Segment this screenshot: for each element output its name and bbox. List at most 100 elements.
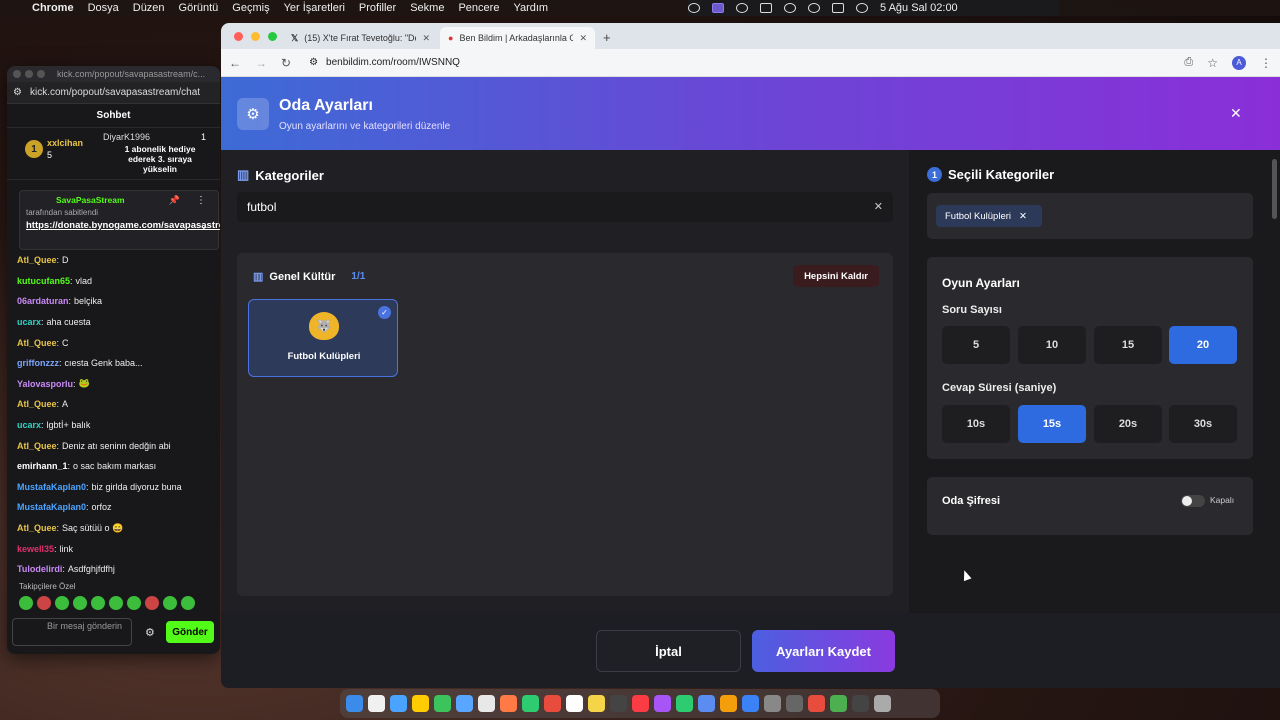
answer-time-20s[interactable]: 20s: [1094, 405, 1162, 443]
pin-icon[interactable]: 📌: [169, 195, 180, 206]
chat-username[interactable]: emirhann_1: [17, 461, 68, 471]
focus-icon[interactable]: [736, 3, 748, 13]
battery-icon[interactable]: [760, 3, 772, 13]
pinned-by-user[interactable]: SavaPasaStream: [56, 195, 212, 205]
chat-username[interactable]: Atl_Quee: [17, 255, 57, 265]
cancel-button[interactable]: İptal: [596, 630, 741, 672]
search-icon[interactable]: [808, 3, 820, 13]
close-tab-icon[interactable]: ✕: [422, 33, 430, 44]
close-window-button[interactable]: [234, 32, 243, 41]
chat-username[interactable]: ucarx: [17, 420, 41, 430]
reload-icon[interactable]: ↻: [281, 56, 291, 70]
siri-icon[interactable]: [856, 3, 868, 13]
dock-app-icon[interactable]: [368, 695, 385, 712]
emote[interactable]: [55, 596, 69, 610]
emote[interactable]: [145, 596, 159, 610]
menu-profiles[interactable]: Profiller: [359, 2, 396, 14]
chat-username[interactable]: kutucufan65: [17, 276, 70, 286]
chat-username[interactable]: 06ardaturan: [17, 296, 69, 306]
category-card-futbol-kulupleri[interactable]: 🐺 Futbol Kulüpleri ✓: [248, 299, 398, 377]
address-url[interactable]: benbildim.com/room/IWSNNQ: [326, 57, 460, 68]
dock-app-icon[interactable]: [874, 695, 891, 712]
dock-app-icon[interactable]: [566, 695, 583, 712]
emote[interactable]: [37, 596, 51, 610]
profile-avatar[interactable]: A: [1232, 55, 1246, 70]
menu-file[interactable]: Dosya: [88, 2, 119, 14]
close-window-button[interactable]: [13, 70, 21, 78]
menu-app-name[interactable]: Chrome: [32, 2, 74, 14]
answer-time-30s[interactable]: 30s: [1169, 405, 1237, 443]
close-modal-button[interactable]: ✕: [1230, 105, 1242, 122]
dock-app-icon[interactable]: [544, 695, 561, 712]
status-app-icon[interactable]: [688, 3, 700, 13]
dock-app-icon[interactable]: [632, 695, 649, 712]
chat-username[interactable]: Atl_Quee: [17, 441, 57, 451]
remove-all-button[interactable]: Hepsini Kaldır: [793, 265, 879, 287]
gifter-1-name[interactable]: xxlcihan: [47, 138, 83, 148]
wifi-icon[interactable]: [784, 3, 796, 13]
forward-icon[interactable]: →: [255, 56, 267, 70]
emote[interactable]: [163, 596, 177, 610]
more-options-icon[interactable]: ⋮: [1260, 56, 1272, 70]
chat-username[interactable]: ucarx: [17, 317, 41, 327]
send-button[interactable]: Gönder: [166, 621, 214, 643]
address-bar[interactable]: ⚙ benbildim.com/room/IWSNNQ: [305, 52, 1170, 74]
gifter-2-name[interactable]: DiyarK1996: [103, 132, 150, 142]
chat-username[interactable]: Atl_Quee: [17, 338, 57, 348]
question-count-10[interactable]: 10: [1018, 326, 1086, 364]
chat-url[interactable]: kick.com/popout/savapasastream/chat: [30, 87, 200, 98]
dock-app-icon[interactable]: [456, 695, 473, 712]
menu-window[interactable]: Pencere: [458, 2, 499, 14]
menu-history[interactable]: Geçmiş: [232, 2, 269, 14]
answer-time-10s[interactable]: 10s: [942, 405, 1010, 443]
emote[interactable]: [73, 596, 87, 610]
tab-x[interactable]: 𝕏 (15) X'te Fırat Tevetoğlu: "De... ✕: [283, 27, 438, 49]
menu-view[interactable]: Görüntü: [179, 2, 219, 14]
more-options-icon[interactable]: ⋮: [196, 195, 206, 206]
site-settings-icon[interactable]: ⚙: [13, 87, 22, 98]
screen-record-icon[interactable]: [712, 3, 724, 13]
dock-app-icon[interactable]: [654, 695, 671, 712]
dock-app-icon[interactable]: [808, 695, 825, 712]
chat-username[interactable]: MustafaKaplan0: [17, 502, 86, 512]
remove-chip-icon[interactable]: ✕: [1019, 211, 1027, 222]
dock-app-icon[interactable]: [390, 695, 407, 712]
dock-app-icon[interactable]: [830, 695, 847, 712]
minimize-window-button[interactable]: [251, 32, 260, 41]
chat-username[interactable]: MustafaKaplan0: [17, 482, 86, 492]
question-count-15[interactable]: 15: [1094, 326, 1162, 364]
question-count-5[interactable]: 5: [942, 326, 1010, 364]
chat-username[interactable]: kewell35: [17, 544, 54, 554]
emote[interactable]: [109, 596, 123, 610]
dock-app-icon[interactable]: [434, 695, 451, 712]
dock-app-icon[interactable]: [412, 695, 429, 712]
emote[interactable]: [127, 596, 141, 610]
dock-app-icon[interactable]: [742, 695, 759, 712]
dock-app-icon[interactable]: [522, 695, 539, 712]
chat-message-input[interactable]: Bir mesaj gönderin: [12, 618, 132, 646]
emote[interactable]: [91, 596, 105, 610]
gear-icon[interactable]: ⚙: [145, 626, 155, 639]
zoom-window-button[interactable]: [37, 70, 45, 78]
bookmark-star-icon[interactable]: ☆: [1207, 56, 1218, 70]
minimize-window-button[interactable]: [25, 70, 33, 78]
dock-app-icon[interactable]: [346, 695, 363, 712]
page-scrollbar[interactable]: [1272, 159, 1277, 219]
chat-username[interactable]: Tulodelirdi: [17, 564, 62, 574]
save-settings-button[interactable]: Ayarları Kaydet: [752, 630, 895, 672]
emote[interactable]: [19, 596, 33, 610]
site-settings-icon[interactable]: ⚙: [309, 57, 318, 68]
question-count-20[interactable]: 20: [1169, 326, 1237, 364]
dock-app-icon[interactable]: [698, 695, 715, 712]
chat-username[interactable]: Atl_Quee: [17, 523, 57, 533]
pinned-link[interactable]: https://donate.bynogame.com/savapasastre…: [26, 220, 220, 232]
category-search-input[interactable]: futbol ✕: [237, 192, 893, 222]
new-tab-button[interactable]: +: [603, 30, 611, 45]
close-tab-icon[interactable]: ✕: [579, 33, 587, 44]
answer-time-15s[interactable]: 15s: [1018, 405, 1086, 443]
password-toggle[interactable]: [1181, 495, 1205, 507]
zoom-window-button[interactable]: [268, 32, 277, 41]
back-icon[interactable]: ←: [229, 56, 241, 70]
dock-app-icon[interactable]: [610, 695, 627, 712]
apple-icon[interactable]: [8, 2, 20, 14]
